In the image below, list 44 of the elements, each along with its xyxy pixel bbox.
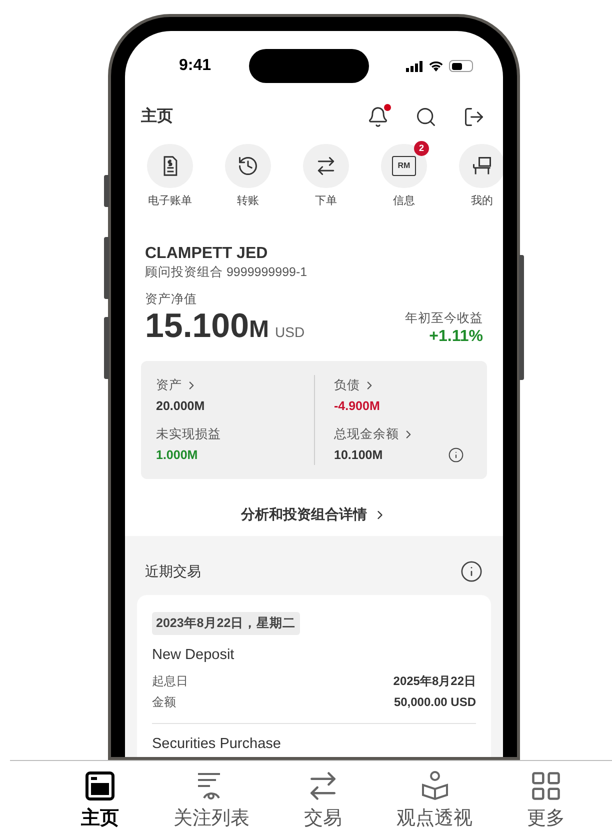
summary-link[interactable]: 负债 xyxy=(334,376,376,394)
net-worth-value: 15.100M USD xyxy=(145,307,305,347)
transaction-title[interactable]: New Deposit xyxy=(152,645,234,665)
tab[interactable]: 观点透视 xyxy=(378,761,490,833)
info-icon[interactable] xyxy=(448,447,464,463)
chat-bubble-icon: RM xyxy=(392,156,416,176)
detail-value: 50,000.00 USD xyxy=(394,694,476,711)
summary-link[interactable]: 总现金余额 xyxy=(334,425,415,443)
detail-value: 2025年8月22日 xyxy=(393,673,476,690)
account-name: CLAMPETT JED xyxy=(145,244,268,264)
summary-value: 10.100M xyxy=(334,447,383,464)
tab[interactable]: 交易 xyxy=(267,761,379,833)
ytd-return: +1.11% xyxy=(429,327,483,347)
portfolio-number: 顾问投资组合 9999999999-1 xyxy=(145,264,308,280)
wifi-icon xyxy=(428,60,444,72)
date-tag: 2023年8月22日，星期二 xyxy=(152,612,300,635)
signal-icon xyxy=(406,60,423,72)
summary-value: 1.000M xyxy=(156,447,198,464)
tab[interactable]: 关注列表 xyxy=(156,761,268,833)
battery-icon xyxy=(449,60,473,72)
summary-value: 20.000M xyxy=(156,398,205,415)
status-time: 9:41 xyxy=(179,56,212,76)
summary-label: 未实现损益 xyxy=(156,426,221,443)
net-worth-label: 资产净值 xyxy=(145,291,197,307)
count-badge: 2 xyxy=(414,141,429,156)
summary-link[interactable]: 资产 xyxy=(156,376,198,394)
info-icon[interactable] xyxy=(460,560,483,583)
page-title: 主页 xyxy=(141,106,173,127)
ytd-label: 年初至今收益 xyxy=(405,310,483,327)
home-icon xyxy=(82,769,117,803)
history-icon xyxy=(237,155,259,177)
detail-label: 起息日 xyxy=(152,673,188,690)
desk-icon xyxy=(471,155,493,177)
logout-button[interactable] xyxy=(463,106,485,128)
search-button[interactable] xyxy=(415,106,437,128)
tab[interactable]: 更多 xyxy=(490,761,602,833)
detail-label: 金额 xyxy=(152,694,176,711)
transfer-icon xyxy=(315,155,337,177)
portfolio-details-link[interactable]: 分析和投资组合详情 xyxy=(241,504,387,525)
summary-value: -4.900M xyxy=(334,398,380,415)
notifications-button[interactable] xyxy=(367,106,389,128)
section-title: 近期交易 xyxy=(145,562,201,581)
transaction-title[interactable]: Securities Purchase xyxy=(152,734,281,754)
tab[interactable]: 主页 xyxy=(44,761,156,833)
